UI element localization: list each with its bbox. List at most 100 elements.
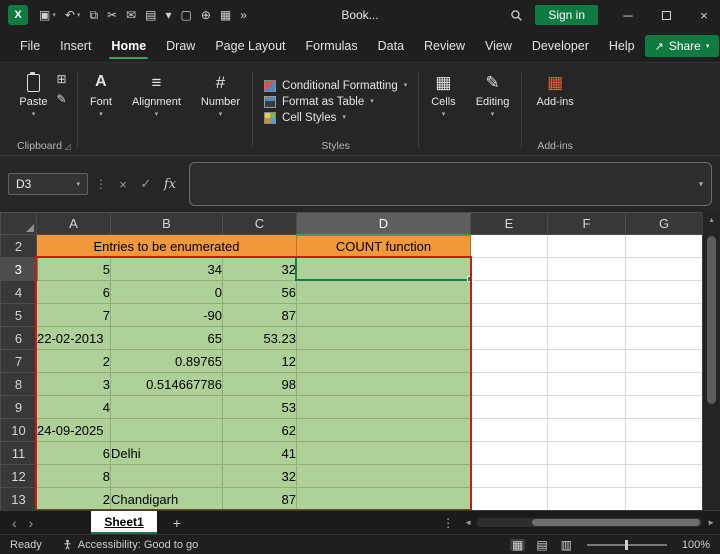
normal-view-icon[interactable]: ▦ (509, 538, 526, 551)
cell-a6[interactable]: 22-02-2013 (36, 326, 111, 350)
print-button[interactable]: ▤ (141, 7, 160, 23)
column-header-d[interactable]: D (296, 212, 471, 236)
cell-d8[interactable] (296, 372, 471, 396)
menu-tab-formulas[interactable]: Formulas (296, 30, 368, 62)
number-button[interactable]: # Number ▾ (194, 66, 247, 119)
cell-g5[interactable] (625, 303, 703, 327)
cell-g7[interactable] (625, 349, 703, 373)
column-header-e[interactable]: E (470, 212, 548, 235)
cell-e3[interactable] (470, 257, 548, 281)
menu-tab-developer[interactable]: Developer (522, 30, 599, 62)
minimize-button[interactable]: ─ (612, 0, 644, 30)
cell-f9[interactable] (547, 395, 626, 419)
cell-f13[interactable] (547, 487, 626, 510)
excel-logo[interactable]: X (8, 5, 28, 25)
row-header-8[interactable]: 8 (0, 372, 37, 396)
cell-e10[interactable] (470, 418, 548, 442)
row-header-3[interactable]: 3 (0, 257, 38, 281)
insert-function-button[interactable]: fx (160, 177, 180, 192)
zoom-slider-thumb[interactable] (625, 539, 628, 550)
zoom-slider[interactable] (587, 539, 667, 550)
cell-c12[interactable]: 32 (222, 464, 297, 488)
cell-d4[interactable] (296, 280, 471, 304)
new-sheet-button[interactable]: + (173, 515, 181, 531)
chevron-down-button[interactable]: ▾ (161, 7, 175, 23)
formula-bar-handle-icon[interactable]: ⋮ (93, 177, 109, 191)
cell-g2[interactable] (625, 234, 703, 258)
menu-tab-page-layout[interactable]: Page Layout (205, 30, 295, 62)
share-button[interactable]: ↗ Share ▾ (644, 35, 720, 57)
page-break-view-icon[interactable]: ▥ (559, 539, 574, 551)
cell-f4[interactable] (547, 280, 626, 304)
cell-b3[interactable]: 34 (110, 257, 223, 281)
cell-c7[interactable]: 12 (222, 349, 297, 373)
cell-e7[interactable] (470, 349, 548, 373)
format-as-table-button[interactable]: Format as Table ▾ (264, 95, 374, 108)
accessibility-status[interactable]: Accessibility: Good to go (62, 539, 198, 551)
cell-b10[interactable] (110, 418, 223, 442)
cell-a12[interactable]: 8 (36, 464, 111, 488)
cell-c8[interactable]: 98 (222, 372, 297, 396)
cell-f8[interactable] (547, 372, 626, 396)
cell-e13[interactable] (470, 487, 548, 510)
alignment-button[interactable]: ≡ Alignment ▾ (125, 66, 188, 119)
formula-input[interactable]: ▾ (189, 162, 712, 206)
cell-a3[interactable]: 5 (36, 257, 111, 281)
cell-f3[interactable] (547, 257, 626, 281)
menu-tab-home[interactable]: Home (101, 30, 156, 62)
cell-g8[interactable] (625, 372, 703, 396)
next-sheet-button[interactable]: › (29, 516, 34, 530)
cell-f10[interactable] (547, 418, 626, 442)
row-header-6[interactable]: 6 (0, 326, 37, 350)
cell-a13[interactable]: 2 (36, 487, 111, 510)
menu-tab-help[interactable]: Help (599, 30, 645, 62)
cell-c10[interactable]: 62 (222, 418, 297, 442)
cell-f2[interactable] (547, 234, 626, 258)
cell-d12[interactable] (296, 464, 471, 488)
search-icon[interactable] (503, 9, 529, 22)
row-header-10[interactable]: 10 (0, 418, 37, 442)
table-button[interactable]: ▦ (216, 7, 235, 23)
cell-d11[interactable] (296, 441, 471, 465)
cell-e9[interactable] (470, 395, 548, 419)
horizontal-scrollbar-track[interactable] (477, 518, 703, 527)
cell-a5[interactable]: 7 (36, 303, 111, 327)
cell-f12[interactable] (547, 464, 626, 488)
font-button[interactable]: A Font ▾ (83, 66, 119, 119)
column-header-g[interactable]: G (625, 212, 703, 235)
cell-a7[interactable]: 2 (36, 349, 111, 373)
cell-b8[interactable]: 0.514667786 (110, 372, 223, 396)
cell-b12[interactable] (110, 464, 223, 488)
cell-a8[interactable]: 3 (36, 372, 111, 396)
scroll-left-icon[interactable]: ◄ (464, 518, 472, 527)
cell-c9[interactable]: 53 (222, 395, 297, 419)
cell-d13[interactable] (296, 487, 471, 510)
cell-b9[interactable] (110, 395, 223, 419)
cell-b5[interactable]: -90 (110, 303, 223, 327)
mail-button[interactable]: ✉ (122, 7, 140, 23)
cell-a4[interactable]: 6 (36, 280, 111, 304)
cell-e5[interactable] (470, 303, 548, 327)
cell-g12[interactable] (625, 464, 703, 488)
column-header-a[interactable]: A (36, 212, 111, 235)
column-header-b[interactable]: B (110, 212, 223, 235)
addins-button[interactable]: ▦ Add-ins (529, 66, 580, 109)
cells-button[interactable]: ▦ Cells ▾ (424, 66, 462, 119)
copy-button[interactable]: ⧉ (85, 7, 102, 23)
cell-a9[interactable]: 4 (36, 395, 111, 419)
format-painter-button[interactable]: ✎ (57, 93, 67, 105)
cell-g3[interactable] (625, 257, 703, 281)
cell-styles-button[interactable]: Cell Styles ▾ (264, 111, 346, 124)
zoom-level[interactable]: 100% (680, 539, 710, 551)
cell-g4[interactable] (625, 280, 703, 304)
column-header-c[interactable]: C (222, 212, 297, 235)
menu-tab-draw[interactable]: Draw (156, 30, 205, 62)
row-header-7[interactable]: 7 (0, 349, 37, 373)
cell-e4[interactable] (470, 280, 548, 304)
cell-c5[interactable]: 87 (222, 303, 297, 327)
cell-d10[interactable] (296, 418, 471, 442)
cell-g13[interactable] (625, 487, 703, 510)
previous-sheet-button[interactable]: ‹ (12, 516, 17, 530)
paste-button[interactable]: Paste ▾ (12, 66, 54, 118)
cell-e2[interactable] (470, 234, 548, 258)
